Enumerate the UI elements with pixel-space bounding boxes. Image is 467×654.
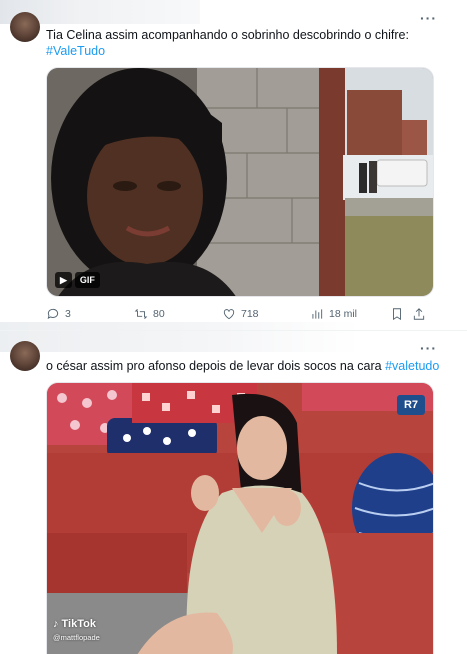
retweet-icon	[134, 309, 148, 319]
retweet-button[interactable]: 80	[134, 307, 222, 321]
hashtag-link[interactable]: #valetudo	[385, 359, 439, 373]
tiktok-handle: @mattflopade	[53, 633, 100, 642]
video-frame	[47, 383, 433, 654]
like-count: 718	[241, 308, 259, 320]
tiktok-label: TikTok	[61, 618, 96, 630]
more-icon[interactable]: ···	[420, 340, 437, 356]
hashtag-link[interactable]: #ValeTudo	[46, 44, 105, 58]
channel-logo: R7	[397, 395, 425, 415]
reply-icon	[47, 308, 59, 319]
tweet-hashtag-line: #ValeTudo	[46, 42, 105, 60]
like-button[interactable]: 718	[222, 307, 310, 321]
retweet-count: 80	[153, 308, 165, 320]
gif-label: GIF	[74, 272, 100, 288]
heart-icon	[223, 309, 235, 320]
reply-button[interactable]: 3	[46, 307, 134, 321]
share-button[interactable]	[412, 307, 430, 321]
gif-badge: ▶ GIF	[55, 272, 100, 288]
tweet-actions: 3 80 718 18 mil	[46, 305, 436, 323]
tiktok-icon: ♪	[53, 618, 59, 630]
bookmark-icon	[393, 308, 401, 321]
gif-media[interactable]: ▶ GIF	[46, 67, 434, 297]
views-icon	[312, 309, 323, 319]
tweet-divider	[0, 330, 467, 331]
tweet-body: Tia Celina assim acompanhando o sobrinho…	[46, 28, 409, 42]
gif-frame	[47, 68, 433, 296]
views-count: 18 mil	[329, 308, 358, 320]
tiktok-watermark: ♪ TikTok	[53, 618, 96, 630]
play-icon[interactable]: ▶	[55, 272, 72, 288]
avatar[interactable]	[10, 12, 40, 42]
avatar[interactable]	[10, 341, 40, 371]
tweet-body: o césar assim pro afonso depois de levar…	[46, 359, 382, 373]
bookmark-button[interactable]	[390, 307, 412, 321]
more-icon[interactable]: ···	[420, 10, 437, 26]
reply-count: 3	[65, 308, 71, 320]
blurred-band	[0, 322, 360, 352]
video-media[interactable]: R7 ♪ TikTok @mattflopade	[46, 382, 434, 654]
share-icon	[413, 308, 425, 320]
tweet-text: o césar assim pro afonso depois de levar…	[46, 357, 439, 375]
views-button[interactable]: 18 mil	[310, 307, 390, 321]
